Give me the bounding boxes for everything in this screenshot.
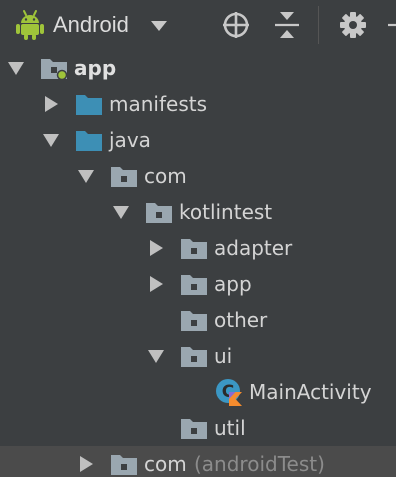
- tree-node-java[interactable]: java: [0, 122, 396, 158]
- package-icon: [181, 347, 207, 367]
- tree-node-app[interactable]: app: [0, 50, 396, 86]
- tree-node-label: ui: [214, 344, 233, 368]
- tree-node-label: com: [144, 452, 187, 476]
- package-icon: [181, 419, 207, 439]
- package-icon: [181, 275, 207, 295]
- tree-node-label: kotlintest: [179, 200, 273, 224]
- package-icon: [181, 239, 207, 259]
- expand-arrow-down-icon[interactable]: [42, 131, 60, 149]
- tree-node-com[interactable]: com: [0, 158, 396, 194]
- expand-arrow-right-icon[interactable]: [147, 239, 165, 257]
- tree-node-label: MainActivity: [249, 380, 372, 404]
- package-icon: [111, 167, 137, 187]
- tree-node-suffix: (androidTest): [194, 452, 325, 476]
- tree-node-app[interactable]: app: [0, 266, 396, 302]
- toolbar-separator: [318, 6, 319, 44]
- expand-arrow-down-icon[interactable]: [112, 203, 130, 221]
- tree-node-mainactivity[interactable]: C MainActivity: [0, 374, 396, 410]
- tree-node-manifests[interactable]: manifests: [0, 86, 396, 122]
- tree-node-label: app: [214, 272, 252, 296]
- package-icon: [146, 203, 172, 223]
- expand-arrow-right-icon[interactable]: [77, 455, 95, 473]
- module-folder-icon: [41, 59, 68, 80]
- source-folder-icon: [76, 95, 102, 115]
- expand-arrow-down-icon[interactable]: [77, 167, 95, 185]
- tree-node-ui[interactable]: ui: [0, 338, 396, 374]
- expand-arrow-right-icon[interactable]: [147, 275, 165, 293]
- tree-node-label: app: [74, 56, 117, 80]
- view-mode-select[interactable]: Android: [0, 0, 184, 50]
- gear-icon[interactable]: [336, 8, 370, 42]
- tree-node-label: other: [214, 308, 268, 332]
- view-mode-label: Android: [53, 12, 129, 37]
- expand-arrow-down-icon[interactable]: [7, 59, 25, 77]
- tree-node-label: java: [109, 128, 151, 152]
- expand-arrow-down-icon[interactable]: [147, 347, 165, 365]
- project-toolbar: Android: [0, 0, 396, 50]
- tree-node-label: adapter: [214, 236, 293, 260]
- tree-node-label: com: [144, 164, 187, 188]
- android-icon: [16, 10, 44, 40]
- project-panel: Android app manifests java com kotlintes…: [0, 0, 396, 477]
- tree-node-label: manifests: [109, 92, 207, 116]
- kotlin-class-icon: C: [216, 379, 242, 406]
- package-icon: [181, 311, 207, 331]
- tree-node-com-android-test[interactable]: com (androidTest): [0, 446, 396, 477]
- package-icon: [111, 455, 137, 475]
- expand-arrow-right-icon[interactable]: [42, 95, 60, 113]
- collapse-all-icon[interactable]: [270, 8, 304, 42]
- tree-node-label: util: [214, 416, 246, 440]
- tree-node-adapter[interactable]: adapter: [0, 230, 396, 266]
- crosshair-icon[interactable]: [219, 8, 253, 42]
- tree-node-other[interactable]: other: [0, 302, 396, 338]
- chevron-down-icon: [151, 21, 167, 31]
- minus-icon[interactable]: [384, 8, 396, 42]
- tree-node-kotlintest[interactable]: kotlintest: [0, 194, 396, 230]
- tree-node-util[interactable]: util: [0, 410, 396, 446]
- source-folder-icon: [76, 131, 102, 151]
